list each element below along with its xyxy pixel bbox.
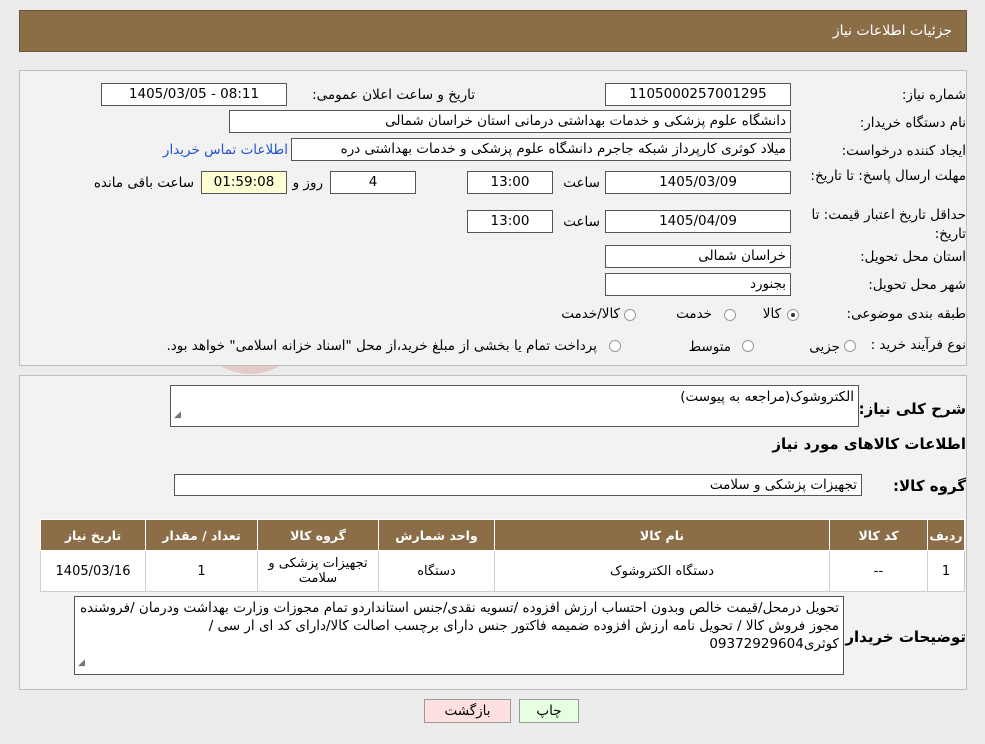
col-qty: تعداد / مقدار bbox=[145, 519, 258, 551]
cell-group: تجهیزات پزشکی و سلامت bbox=[257, 550, 379, 592]
process-option-medium: متوسط bbox=[688, 339, 731, 355]
goods-group-label: گروه کالا: bbox=[893, 477, 966, 495]
city-field: بجنورد bbox=[605, 273, 791, 296]
city-label: شهر محل تحویل: bbox=[868, 277, 966, 293]
category-label: طبقه بندی موضوعی: bbox=[846, 306, 966, 322]
col-code: کد کالا bbox=[829, 519, 928, 551]
remaining-time-field: 01:59:08 bbox=[201, 171, 287, 194]
cell-qty: 1 bbox=[145, 550, 258, 592]
description-label: شرح کلی نیاز: bbox=[858, 400, 966, 418]
process-radio-medium[interactable] bbox=[742, 340, 754, 352]
buyer-org-field: دانشگاه علوم پزشکی و خدمات بهداشتی درمان… bbox=[229, 110, 791, 133]
process-radio-treasury[interactable] bbox=[609, 340, 621, 352]
resize-grip-icon: ◢ bbox=[78, 658, 85, 668]
page-header: جزئیات اطلاعات نیاز bbox=[19, 10, 967, 52]
deadline-time-label: ساعت bbox=[563, 175, 600, 191]
col-unit: واحد شمارش bbox=[378, 519, 495, 551]
creator-label: ایجاد کننده درخواست: bbox=[841, 143, 966, 159]
description-textarea[interactable]: الکتروشوک(مراجعه به پیوست) ◢ bbox=[170, 385, 859, 427]
validity-time-label: ساعت bbox=[563, 214, 600, 230]
resize-grip-icon: ◢ bbox=[174, 410, 181, 420]
cell-unit: دستگاه bbox=[378, 550, 495, 592]
col-row: ردیف bbox=[927, 519, 965, 551]
col-name: نام کالا bbox=[494, 519, 830, 551]
deadline-date-field: 1405/03/09 bbox=[605, 171, 791, 194]
days-remaining-field: 4 bbox=[330, 171, 416, 194]
deadline-time-field: 13:00 bbox=[467, 171, 553, 194]
need-number-label: شماره نیاز: bbox=[901, 87, 966, 103]
back-button[interactable]: بازگشت bbox=[424, 699, 511, 723]
announce-date-label: تاریخ و ساعت اعلان عمومی: bbox=[312, 87, 475, 103]
category-option-goods: کالا bbox=[762, 306, 781, 322]
validity-time-field: 13:00 bbox=[467, 210, 553, 233]
category-radio-service[interactable] bbox=[724, 309, 736, 321]
page-title: جزئیات اطلاعات نیاز bbox=[832, 23, 952, 39]
buyer-contact-link[interactable]: اطلاعات تماس خریدار bbox=[163, 142, 288, 158]
announce-date-field: 1405/03/05 - 08:11 bbox=[101, 83, 287, 106]
process-radio-minor[interactable] bbox=[844, 340, 856, 352]
buyer-notes-label: توضیحات خریدار: bbox=[839, 628, 966, 646]
category-option-service: خدمت bbox=[676, 306, 712, 322]
days-label: روز و bbox=[292, 175, 323, 191]
col-group: گروه کالا bbox=[257, 519, 379, 551]
col-date: تاریخ نیاز bbox=[40, 519, 146, 551]
description-text: الکتروشوک(مراجعه به پیوست) bbox=[680, 389, 854, 405]
print-button[interactable]: چاپ bbox=[519, 699, 579, 723]
category-radio-goods[interactable] bbox=[787, 309, 799, 321]
category-radio-goods-service[interactable] bbox=[624, 309, 636, 321]
process-type-label: نوع فرآیند خرید : bbox=[870, 337, 966, 353]
need-number-field: 1105000257001295 bbox=[605, 83, 791, 106]
buyer-notes-text: تحویل درمحل/قیمت خالص وبدون احتساب ارزش … bbox=[80, 600, 839, 652]
goods-group-field: تجهیزات پزشکی و سلامت bbox=[174, 474, 862, 496]
goods-section-title: اطلاعات کالاهای مورد نیاز bbox=[772, 435, 966, 453]
deadline-label: مهلت ارسال پاسخ: تا تاریخ: bbox=[810, 168, 966, 184]
cell-row: 1 bbox=[927, 550, 965, 592]
buyer-notes-textarea[interactable]: تحویل درمحل/قیمت خالص وبدون احتساب ارزش … bbox=[74, 596, 844, 675]
validity-date-field: 1405/04/09 bbox=[605, 210, 791, 233]
goods-table: ردیف کد کالا نام کالا واحد شمارش گروه کا… bbox=[40, 519, 965, 592]
province-field: خراسان شمالی bbox=[605, 245, 791, 268]
category-option-goods-service: کالا/خدمت bbox=[561, 306, 620, 322]
process-treasury-note: پرداخت تمام یا بخشی از مبلغ خرید،از محل … bbox=[166, 338, 597, 354]
province-label: استان محل تحویل: bbox=[860, 249, 966, 265]
validity-label: حداقل تاریخ اعتبار قیمت: تا تاریخ: bbox=[811, 207, 966, 242]
creator-field: میلاد کوثری کارپرداز شبکه جاجرم دانشگاه … bbox=[291, 138, 791, 161]
process-option-minor: جزیی bbox=[809, 339, 840, 355]
table-row: 1 -- دستگاه الکتروشوک دستگاه تجهیزات پزش… bbox=[40, 550, 965, 592]
cell-name: دستگاه الکتروشوک bbox=[494, 550, 830, 592]
cell-date: 1405/03/16 bbox=[40, 550, 146, 592]
goods-table-header: ردیف کد کالا نام کالا واحد شمارش گروه کا… bbox=[40, 519, 965, 551]
cell-code: -- bbox=[829, 550, 928, 592]
remaining-label: ساعت باقی مانده bbox=[93, 175, 194, 191]
buyer-org-label: نام دستگاه خریدار: bbox=[859, 115, 966, 131]
